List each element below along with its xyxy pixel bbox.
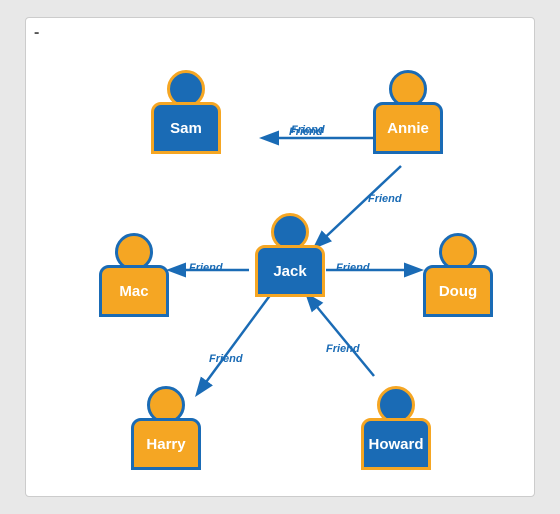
- person-sam: Sam: [146, 70, 226, 154]
- annie-body: Annie: [373, 102, 443, 154]
- minimize-button[interactable]: -: [34, 24, 39, 42]
- person-howard: Howard: [356, 386, 436, 470]
- harry-body: Harry: [131, 418, 201, 470]
- sam-body: Sam: [151, 102, 221, 154]
- jack-body: Jack: [255, 245, 325, 297]
- howard-body: Howard: [361, 418, 431, 470]
- doug-body: Doug: [423, 265, 493, 317]
- person-annie: Annie: [368, 70, 448, 154]
- fl1: Friend: [289, 126, 323, 138]
- friend-label-howard-jack: Friend: [326, 343, 360, 355]
- friend-label-jack-mac: Friend: [189, 262, 223, 274]
- person-jack: Jack: [250, 213, 330, 297]
- diagram-container: - Friend Friend Friend Friend Friend Fri…: [25, 17, 535, 497]
- friend-label-annie-jack: Friend: [368, 193, 402, 205]
- person-doug: Doug: [418, 233, 498, 317]
- friend-label-jack-doug: Friend: [336, 262, 370, 274]
- person-harry: Harry: [126, 386, 206, 470]
- person-mac: Mac: [94, 233, 174, 317]
- mac-body: Mac: [99, 265, 169, 317]
- friend-label-jack-harry: Friend: [209, 353, 243, 365]
